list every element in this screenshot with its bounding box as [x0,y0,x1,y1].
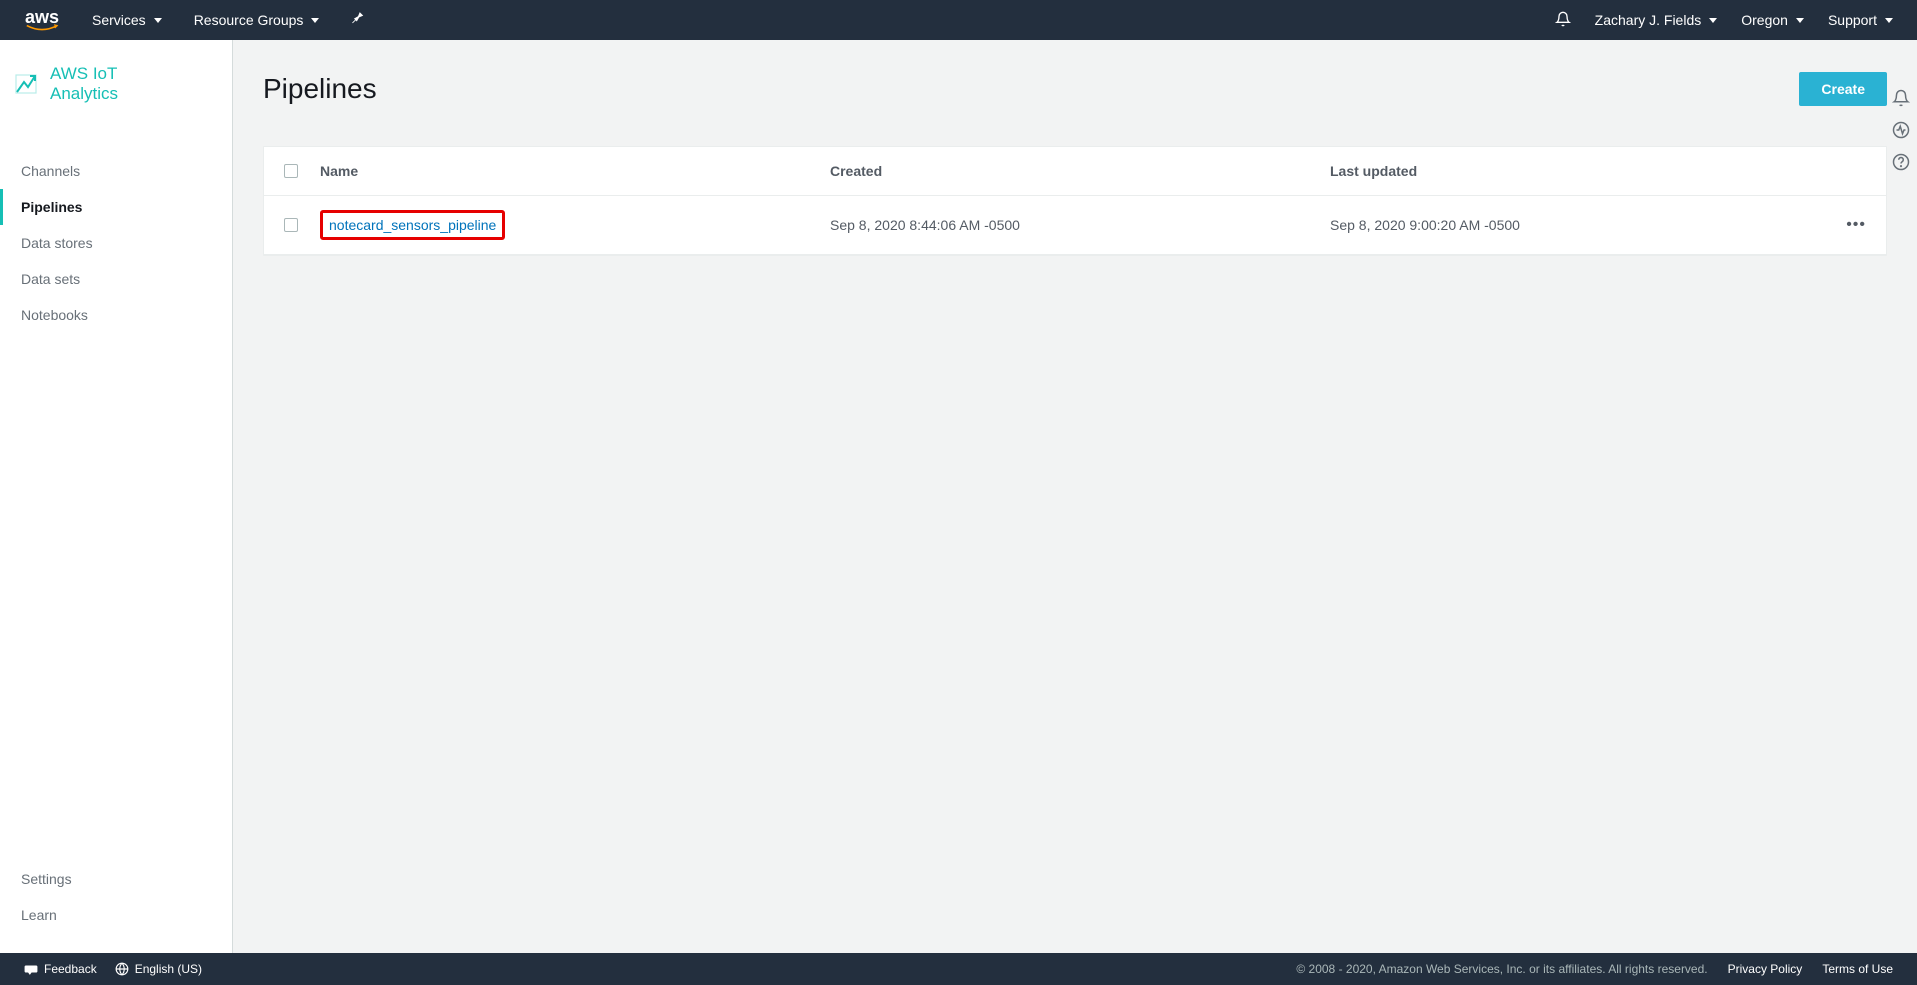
footer-left: Feedback English (US) [24,962,202,976]
user-label: Zachary J. Fields [1595,12,1702,28]
sidebar-item-channels[interactable]: Channels [0,153,232,189]
table-header-row: Name Created Last updated [264,147,1886,196]
right-rail [1891,88,1911,172]
pipelines-table: Name Created Last updated notecard_senso… [263,146,1887,256]
notifications-icon[interactable] [1555,11,1571,30]
column-header-updated[interactable]: Last updated [1330,163,1826,179]
sidebar-item-label: Channels [21,163,80,179]
sidebar-bottom: Settings Learn [0,861,232,953]
table-row: notecard_sensors_pipeline Sep 8, 2020 8:… [264,196,1886,255]
sidebar-item-label: Notebooks [21,307,88,323]
row-name-cell: notecard_sensors_pipeline [320,210,830,240]
feedback-label: Feedback [44,962,97,976]
pin-icon[interactable] [351,11,365,30]
highlight-box: notecard_sensors_pipeline [320,210,505,240]
row-select-cell [284,218,320,232]
sidebar-item-settings[interactable]: Settings [0,861,232,897]
row-created-cell: Sep 8, 2020 8:44:06 AM -0500 [830,217,1330,233]
column-header-created[interactable]: Created [830,163,1330,179]
analytics-icon [14,72,38,96]
support-label: Support [1828,12,1877,28]
privacy-link[interactable]: Privacy Policy [1728,962,1803,976]
sidebar-brand-text: AWS IoT Analytics [50,64,118,103]
page-title: Pipelines [263,73,377,105]
aws-smile-icon [24,24,60,32]
activity-rail-icon[interactable] [1891,120,1911,140]
caret-down-icon [154,18,162,23]
row-checkbox[interactable] [284,218,298,232]
sidebar-item-data-stores[interactable]: Data stores [0,225,232,261]
caret-down-icon [1885,18,1893,23]
caret-down-icon [1796,18,1804,23]
column-header-name[interactable]: Name [320,163,830,179]
support-menu[interactable]: Support [1828,12,1893,28]
caret-down-icon [1709,18,1717,23]
sidebar-item-label: Pipelines [21,199,82,215]
sidebar-item-label: Learn [21,907,57,923]
services-menu[interactable]: Services [92,12,162,28]
row-actions-cell: ••• [1826,216,1866,234]
resource-groups-menu[interactable]: Resource Groups [194,12,320,28]
sidebar-brand[interactable]: AWS IoT Analytics [0,40,232,123]
chat-icon [24,962,38,976]
sidebar-item-learn[interactable]: Learn [0,897,232,933]
main-container: AWS IoT Analytics Channels Pipelines Dat… [0,40,1917,953]
row-updated-cell: Sep 8, 2020 9:00:20 AM -0500 [1330,217,1826,233]
region-label: Oregon [1741,12,1788,28]
terms-link[interactable]: Terms of Use [1822,962,1893,976]
services-label: Services [92,12,146,28]
sidebar-item-label: Settings [21,871,72,887]
top-nav: aws Services Resource Groups Zachary J. … [0,0,1917,40]
notifications-rail-icon[interactable] [1891,88,1911,108]
resource-groups-label: Resource Groups [194,12,304,28]
sidebar-item-label: Data sets [21,271,80,287]
footer: Feedback English (US) © 2008 - 2020, Ama… [0,953,1917,985]
sidebar-item-pipelines[interactable]: Pipelines [0,189,232,225]
help-rail-icon[interactable] [1891,152,1911,172]
globe-icon [115,962,129,976]
sidebar-item-notebooks[interactable]: Notebooks [0,297,232,333]
language-button[interactable]: English (US) [115,962,202,976]
feedback-button[interactable]: Feedback [24,962,97,976]
sidebar-item-label: Data stores [21,235,93,251]
top-nav-right: Zachary J. Fields Oregon Support [1555,11,1893,30]
create-button[interactable]: Create [1799,72,1887,106]
pipeline-link[interactable]: notecard_sensors_pipeline [329,217,496,233]
user-menu[interactable]: Zachary J. Fields [1595,12,1718,28]
caret-down-icon [311,18,319,23]
content: Pipelines Create Name Created Last updat… [233,40,1917,953]
select-all-cell [284,164,320,178]
footer-right: © 2008 - 2020, Amazon Web Services, Inc.… [1296,962,1893,976]
sidebar-nav: Channels Pipelines Data stores Data sets… [0,123,232,861]
region-menu[interactable]: Oregon [1741,12,1804,28]
copyright-text: © 2008 - 2020, Amazon Web Services, Inc.… [1296,962,1707,976]
language-label: English (US) [135,962,202,976]
sidebar: AWS IoT Analytics Channels Pipelines Dat… [0,40,233,953]
sidebar-item-data-sets[interactable]: Data sets [0,261,232,297]
more-actions-icon[interactable]: ••• [1846,216,1866,233]
select-all-checkbox[interactable] [284,164,298,178]
aws-logo[interactable]: aws [24,8,60,32]
page-header: Pipelines Create [263,72,1887,106]
top-nav-left: aws Services Resource Groups [24,8,365,32]
